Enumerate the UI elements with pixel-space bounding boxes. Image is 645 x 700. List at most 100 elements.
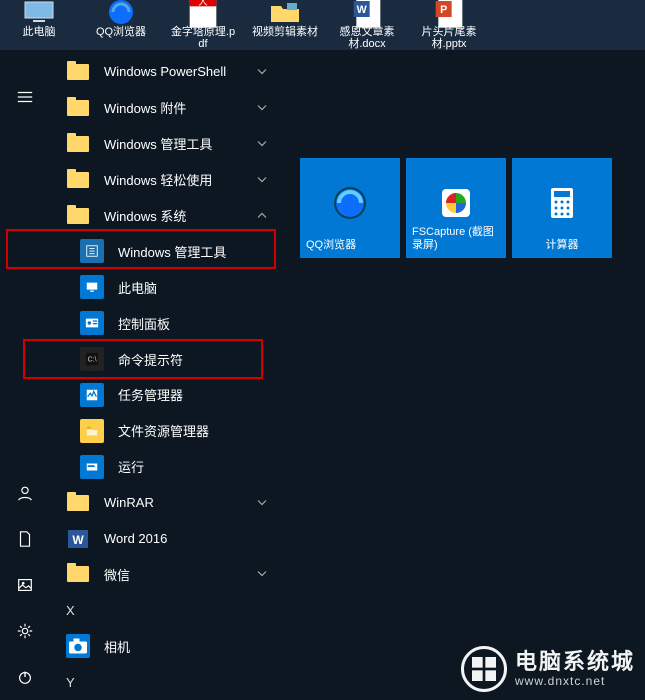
svg-text:W: W [357, 4, 368, 16]
app-file-explorer[interactable]: 文件资源管理器 [50, 413, 285, 449]
app-camera[interactable]: 相机 [50, 628, 285, 664]
user-account-button[interactable] [0, 470, 50, 516]
app-label: 微信 [104, 565, 130, 584]
cmd-icon: C:\ [80, 347, 104, 371]
task-manager-icon [80, 383, 104, 407]
folder-windows-ease-of-access[interactable]: Windows 轻松使用 [50, 162, 285, 198]
app-task-manager[interactable]: 任务管理器 [50, 377, 285, 413]
app-label: 任务管理器 [118, 385, 183, 404]
chevron-down-icon [257, 172, 267, 187]
run-icon [80, 455, 104, 479]
svg-text:C:\: C:\ [88, 357, 97, 364]
pictures-button[interactable] [0, 562, 50, 608]
watermark-url: www.dnxtc.net [515, 675, 635, 688]
desktop-icon-label: 金字塔原理.pdf [170, 26, 236, 50]
watermark-title: 电脑系统城 [515, 650, 635, 674]
chevron-down-icon [257, 100, 267, 115]
chevron-down-icon [257, 567, 267, 582]
app-label: 命令提示符 [118, 350, 183, 369]
tile-fscapture[interactable]: FSCapture (截图录屏) [406, 158, 506, 258]
folder-icon [66, 168, 90, 192]
folder-icon [66, 204, 90, 228]
folder-icon [66, 132, 90, 156]
folder-icon [66, 562, 90, 586]
word-icon: W [66, 527, 90, 551]
desktop-icon-docx[interactable]: W 感恩文章素材.docx [334, 0, 400, 50]
letter-header-y[interactable]: Y [50, 664, 285, 700]
app-label: Windows 管理工具 [118, 242, 226, 261]
calculator-icon [542, 183, 582, 223]
desktop-icon-pdf[interactable]: 人 金字塔原理.pdf [170, 0, 236, 50]
file-explorer-icon [80, 419, 104, 443]
app-word-2016[interactable]: W Word 2016 [50, 521, 285, 557]
desktop-icon-label: QQ浏览器 [96, 26, 146, 38]
start-rail [0, 50, 50, 700]
app-control-panel[interactable]: 控制面板 [50, 305, 285, 341]
power-button[interactable] [0, 654, 50, 700]
documents-button[interactable] [0, 516, 50, 562]
pc-icon [23, 0, 55, 24]
fscapture-icon [436, 183, 476, 223]
folder-windows-accessories[interactable]: Windows 附件 [50, 90, 285, 126]
folder-windows-system[interactable]: Windows 系统 [50, 198, 285, 234]
desktop-icon-video-folder[interactable]: 视频剪辑素材 [252, 0, 318, 50]
app-label: WinRAR [104, 495, 154, 510]
pptx-icon: P [433, 0, 465, 24]
camera-icon [66, 634, 90, 658]
start-menu: Windows PowerShell Windows 附件 Windows 管理… [0, 50, 645, 700]
app-windows-admin-tools[interactable]: Windows 管理工具 [50, 233, 285, 269]
chevron-down-icon [257, 495, 267, 510]
desktop-icon-pptx[interactable]: P 片头片尾素材.pptx [416, 0, 482, 50]
tile-qq-browser[interactable]: QQ浏览器 [300, 158, 400, 258]
app-label: 相机 [104, 637, 130, 656]
folder-wechat[interactable]: 微信 [50, 556, 285, 592]
chevron-up-icon [257, 208, 267, 223]
folder-windows-admin-tools[interactable]: Windows 管理工具 [50, 126, 285, 162]
app-command-prompt[interactable]: C:\ 命令提示符 [50, 341, 285, 377]
app-this-pc[interactable]: 此电脑 [50, 269, 285, 305]
tile-calculator[interactable]: 计算器 [512, 158, 612, 258]
app-label: Word 2016 [104, 531, 167, 546]
svg-text:P: P [440, 4, 447, 16]
folder-winrar[interactable]: WinRAR [50, 485, 285, 521]
app-label: Windows 轻松使用 [104, 170, 212, 189]
tile-label: 计算器 [518, 239, 606, 252]
folder-icon [66, 60, 90, 84]
pdf-icon: 人 [187, 0, 219, 24]
tile-label: FSCapture (截图录屏) [412, 226, 500, 252]
settings-button[interactable] [0, 608, 50, 654]
all-apps-list[interactable]: Windows PowerShell Windows 附件 Windows 管理… [50, 50, 285, 700]
admin-tools-icon [80, 239, 104, 263]
chevron-down-icon [257, 64, 267, 79]
app-label: 运行 [118, 457, 144, 476]
desktop-icon-label: 此电脑 [23, 26, 56, 38]
app-label: Windows 管理工具 [104, 134, 212, 153]
svg-text:W: W [72, 533, 84, 547]
tile-label: QQ浏览器 [306, 239, 394, 252]
desktop-icon-label: 视频剪辑素材 [252, 26, 318, 38]
docx-icon: W [351, 0, 383, 24]
watermark: 电脑系统城 www.dnxtc.net [461, 646, 635, 692]
desktop-icon-label: 感恩文章素材.docx [334, 26, 400, 50]
qq-browser-icon [330, 183, 370, 223]
this-pc-icon [80, 275, 104, 299]
app-label: Windows 附件 [104, 98, 186, 117]
folder-windows-powershell[interactable]: Windows PowerShell [50, 54, 285, 90]
folder-icon [66, 96, 90, 120]
control-panel-icon [80, 311, 104, 335]
app-label: 文件资源管理器 [118, 421, 209, 440]
desktop-icon-label: 片头片尾素材.pptx [416, 26, 482, 50]
desktop-icon-this-pc[interactable]: 此电脑 [6, 0, 72, 50]
desktop-icon-qq-browser[interactable]: QQ浏览器 [88, 0, 154, 50]
qq-browser-icon [105, 0, 137, 24]
app-label: 此电脑 [118, 278, 157, 297]
letter-header-x[interactable]: X [50, 592, 285, 628]
app-run[interactable]: 运行 [50, 449, 285, 485]
svg-text:人: 人 [198, 0, 207, 7]
start-tiles: QQ浏览器 FSCapture (截图录屏) 计算器 [300, 158, 612, 258]
watermark-logo-icon [461, 646, 507, 692]
start-expand-button[interactable] [0, 74, 50, 120]
app-label: Windows 系统 [104, 206, 186, 225]
chevron-down-icon [257, 136, 267, 151]
folder-icon [66, 491, 90, 515]
